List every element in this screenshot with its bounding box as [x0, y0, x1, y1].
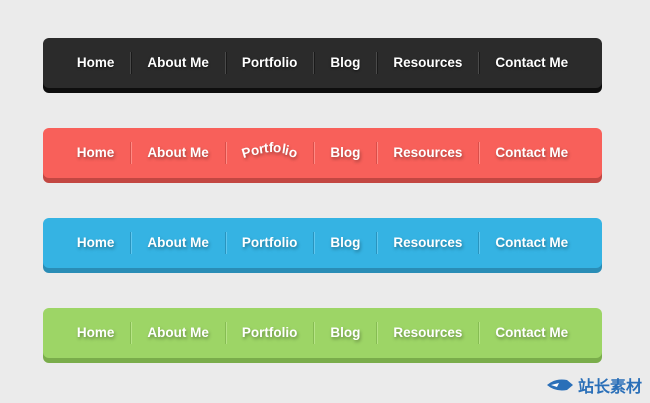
nav-home[interactable]: Home: [61, 230, 131, 256]
nav-portfolio[interactable]: Portfolio: [226, 50, 314, 76]
nav-blog[interactable]: Blog: [314, 230, 376, 256]
nav-blog[interactable]: Blog: [314, 140, 376, 166]
nav-blog[interactable]: Blog: [314, 50, 376, 76]
nav-blog[interactable]: Blog: [314, 320, 376, 346]
nav-contact-me[interactable]: Contact Me: [479, 140, 584, 166]
menu-bar-red: Home About Me Portfolio Blog Resources C…: [43, 128, 602, 178]
nav-portfolio[interactable]: Portfolio: [226, 230, 314, 256]
nav-about-me[interactable]: About Me: [131, 50, 225, 76]
logo-swoosh-icon: [546, 379, 573, 391]
nav-portfolio-hover[interactable]: Portfolio: [226, 140, 314, 166]
nav-portfolio[interactable]: Portfolio: [226, 320, 314, 346]
nav-about-me[interactable]: About Me: [131, 140, 225, 166]
watermark: 站长素材: [545, 373, 642, 397]
nav-about-me[interactable]: About Me: [131, 320, 225, 346]
arched-label: Portfolio: [239, 140, 300, 161]
nav-contact-me[interactable]: Contact Me: [479, 50, 584, 76]
nav-resources[interactable]: Resources: [377, 50, 478, 76]
nav-resources[interactable]: Resources: [377, 320, 478, 346]
nav-home[interactable]: Home: [61, 320, 131, 346]
nav-resources[interactable]: Resources: [377, 230, 478, 256]
nav-resources[interactable]: Resources: [377, 140, 478, 166]
nav-about-me[interactable]: About Me: [131, 230, 225, 256]
nav-home[interactable]: Home: [61, 140, 131, 166]
nav-home[interactable]: Home: [61, 50, 131, 76]
watermark-text: 站长素材: [577, 379, 642, 396]
nav-contact-me[interactable]: Contact Me: [479, 320, 584, 346]
nav-contact-me[interactable]: Contact Me: [479, 230, 584, 256]
menu-bar-blue: Home About Me Portfolio Blog Resources C…: [43, 218, 602, 268]
menu-bar-green: Home About Me Portfolio Blog Resources C…: [43, 308, 602, 358]
menu-bar-dark: Home About Me Portfolio Blog Resources C…: [43, 38, 602, 88]
